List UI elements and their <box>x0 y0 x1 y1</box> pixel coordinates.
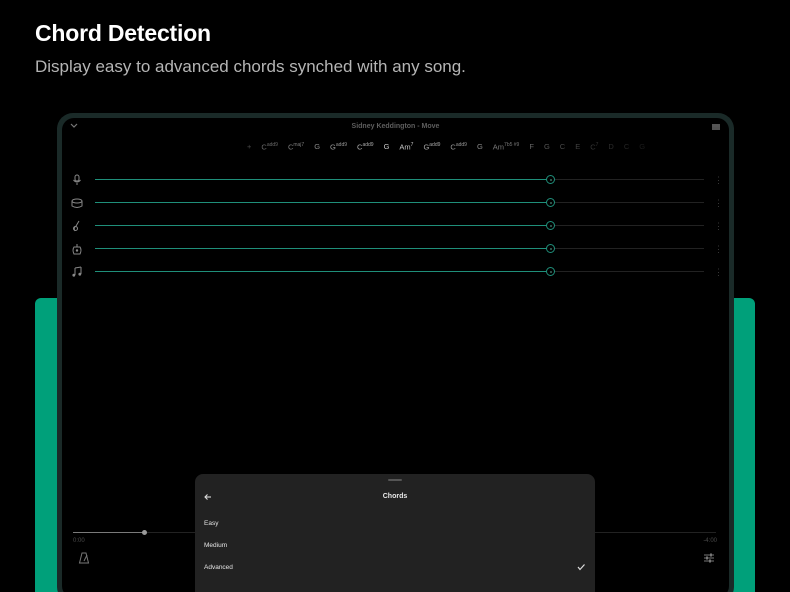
menu-icon[interactable] <box>711 122 721 132</box>
playback-scrubber[interactable] <box>141 530 147 535</box>
track-more-icon[interactable]: ⋮ <box>714 197 723 209</box>
chord-label: D <box>608 142 613 151</box>
chord-root: G <box>639 142 646 151</box>
song-title: Sidney Keddington - Move <box>351 123 440 130</box>
sheet-drag-handle[interactable] <box>388 479 402 481</box>
chord-extension: 7 <box>410 142 414 148</box>
microphone-icon <box>73 174 81 185</box>
track-row-bass[interactable]: ⋮ <box>70 220 723 232</box>
music-note-icon <box>72 266 82 277</box>
chord-label: C <box>560 142 565 151</box>
chord-label: G <box>639 142 645 151</box>
chord-extension: add9 <box>362 142 374 148</box>
chord-extension: add9 <box>266 142 278 148</box>
chord-extension: 7b5 #9 <box>504 142 520 148</box>
chords-bottom-sheet: Chords Easy Medium Advanced <box>195 474 595 592</box>
track-volume-knob[interactable] <box>546 221 555 230</box>
chord-label: G <box>314 142 320 151</box>
option-advanced[interactable]: Advanced <box>204 564 233 571</box>
guitar-icon <box>72 244 82 255</box>
chord-label: + <box>247 142 251 151</box>
chord-root: G <box>476 142 483 151</box>
chord-root: D <box>608 142 614 151</box>
time-elapsed: 0:00 <box>73 538 85 544</box>
chord-root: E <box>575 142 581 151</box>
chord-label: E <box>575 142 580 151</box>
track-volume-rest <box>554 225 704 226</box>
chord-label: G <box>544 142 550 151</box>
chord-extension: 7 <box>595 142 599 148</box>
track-volume-fill <box>95 271 549 272</box>
chord-label: Gadd9 <box>423 142 440 152</box>
option-medium[interactable]: Medium <box>204 542 227 549</box>
page-subheadline: Display easy to advanced chords synched … <box>35 57 466 76</box>
chord-root: Am <box>399 142 411 152</box>
app-top-bar: Sidney Keddington - Move <box>62 118 729 136</box>
chord-root: Am <box>492 142 505 152</box>
option-easy[interactable]: Easy <box>204 520 218 527</box>
chord-root: G <box>543 142 550 151</box>
track-volume-knob[interactable] <box>546 267 555 276</box>
chord-root: F <box>529 142 534 151</box>
chord-label: G <box>477 142 483 151</box>
page-headline: Chord Detection <box>35 20 211 46</box>
track-more-icon[interactable]: ⋮ <box>714 220 723 232</box>
chord-label: Gadd9 <box>330 142 347 152</box>
time-remaining: -4:00 <box>703 538 717 544</box>
chord-label: Am7 <box>399 142 413 152</box>
track-volume-fill <box>95 202 549 203</box>
chord-extension: add9 <box>335 142 348 148</box>
drum-icon <box>71 198 83 208</box>
track-volume-fill <box>95 248 549 249</box>
chord-label: Cadd9 <box>357 142 374 152</box>
playback-progress-fill <box>73 532 144 533</box>
chord-label: G <box>384 142 390 151</box>
chord-label: Am7b5 #9 <box>493 142 520 152</box>
chord-root: G <box>383 142 390 151</box>
track-volume-knob[interactable] <box>546 198 555 207</box>
chord-label: Cadd9 <box>450 142 467 152</box>
chord-root: + <box>247 142 252 151</box>
track-more-icon[interactable]: ⋮ <box>714 243 723 255</box>
mixer-icon[interactable] <box>703 552 715 564</box>
track-more-icon[interactable]: ⋮ <box>714 266 723 278</box>
track-more-icon[interactable]: ⋮ <box>714 174 723 186</box>
track-volume-knob[interactable] <box>546 244 555 253</box>
metronome-icon[interactable] <box>78 552 90 564</box>
chord-label: C7 <box>590 142 598 152</box>
chord-label: Cmaj7 <box>288 142 304 152</box>
track-volume-fill <box>95 179 549 180</box>
chord-label: F <box>529 142 534 151</box>
chord-root: C <box>559 142 566 151</box>
track-row-other[interactable]: ⋮ <box>70 266 723 278</box>
track-row-guitar[interactable]: ⋮ <box>70 243 723 255</box>
chord-extension: add9 <box>429 142 441 148</box>
track-row-drums[interactable]: ⋮ <box>70 197 723 209</box>
track-volume-rest <box>554 248 704 249</box>
chord-timeline: + Cadd9 Cmaj7 G Gadd9 Cadd9 G Am7 Gadd9 Cadd9 G Am7… <box>247 142 655 156</box>
track-volume-rest <box>554 271 704 272</box>
bass-guitar-icon <box>73 220 80 232</box>
sheet-title: Chords <box>382 493 408 500</box>
chord-root: C <box>623 142 630 151</box>
chord-extension: maj7 <box>293 142 305 148</box>
chord-root: G <box>314 142 321 151</box>
track-volume-rest <box>554 202 704 203</box>
track-volume-fill <box>95 225 549 226</box>
track-volume-rest <box>554 179 704 180</box>
track-volume-knob[interactable] <box>546 175 555 184</box>
chord-label: Cadd9 <box>261 142 278 152</box>
chord-label: C <box>624 142 629 151</box>
track-row-vocals[interactable]: ⋮ <box>70 174 723 186</box>
checkmark-icon <box>577 564 585 571</box>
chord-extension: add9 <box>455 142 467 148</box>
